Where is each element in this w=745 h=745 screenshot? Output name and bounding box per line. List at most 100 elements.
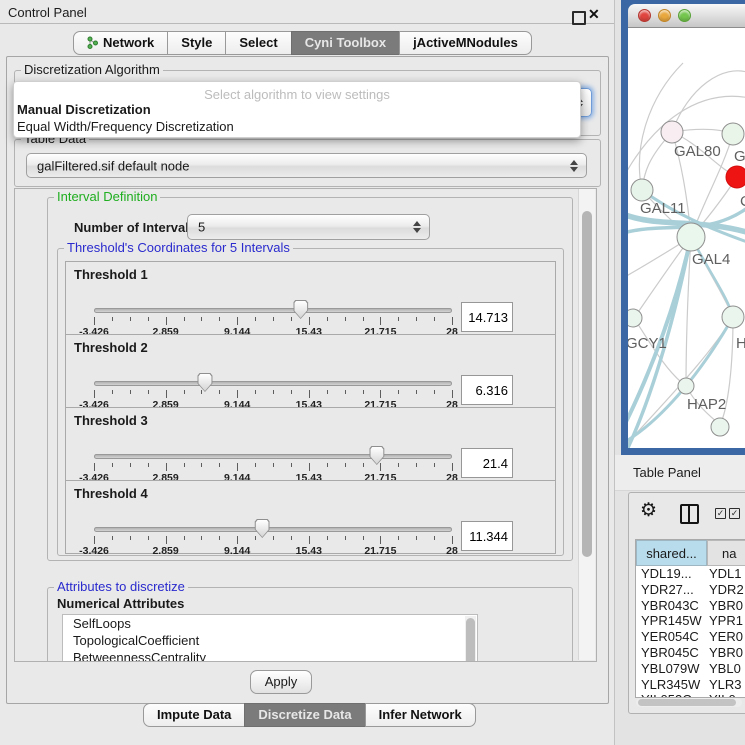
tab-impute-data[interactable]: Impute Data: [143, 703, 245, 727]
numerical-attributes-list[interactable]: SelfLoopsTopologicalCoefficientBetweenne…: [62, 614, 478, 662]
main-vertical-scrollbar[interactable]: [578, 189, 595, 660]
network-node[interactable]: [722, 306, 744, 328]
table-row[interactable]: YER054CYER0: [636, 629, 745, 645]
settings-scroll-region: Interval Definition Number of Intervals …: [14, 188, 597, 662]
threshold-value-field[interactable]: [461, 375, 513, 405]
cell-shared-name[interactable]: YPR145W: [641, 613, 705, 629]
close-traffic-light-icon[interactable]: [638, 9, 651, 22]
network-node-label: GAL80: [674, 143, 721, 160]
attributes-group: Attributes to discretize Numerical Attri…: [47, 587, 573, 662]
tab-network[interactable]: Network: [73, 31, 168, 55]
slider-track[interactable]: [94, 454, 452, 459]
network-canvas[interactable]: GAL80GGAL11CGAL4GCY1HHAP2: [628, 28, 745, 448]
network-node[interactable]: [628, 309, 642, 327]
cell-shared-name[interactable]: YBL079W: [641, 661, 705, 677]
column-layout-icon[interactable]: [680, 504, 699, 524]
network-node[interactable]: [631, 179, 653, 201]
gear-icon[interactable]: ⚙: [640, 499, 657, 522]
cell-name[interactable]: YBR0: [709, 645, 743, 661]
threshold-value-field[interactable]: [461, 448, 513, 478]
table-data-combobox[interactable]: galFiltered.sif default node: [26, 153, 587, 178]
threshold-label: Threshold 2: [74, 340, 148, 355]
network-node[interactable]: [726, 166, 745, 188]
table-row[interactable]: YDR27...YDR2: [636, 582, 745, 598]
top-tab-bar: Network Style Select Cyni Toolbox jActiv…: [73, 31, 532, 55]
slider-track[interactable]: [94, 381, 452, 386]
network-nodes[interactable]: GAL80GGAL11CGAL4GCY1HHAP2: [628, 121, 745, 436]
slider-track[interactable]: [94, 308, 452, 313]
cell-name[interactable]: YDL1: [709, 566, 742, 582]
table-horizontal-scrollbar[interactable]: [636, 698, 742, 707]
network-node[interactable]: [677, 223, 705, 251]
cell-shared-name[interactable]: YBR045C: [641, 645, 705, 661]
table-row[interactable]: YDL19...YDL1: [636, 566, 745, 582]
group-title: Interval Definition: [54, 190, 160, 204]
zoom-traffic-light-icon[interactable]: [678, 9, 691, 22]
combo-stepper-icon: [570, 160, 578, 172]
network-node[interactable]: [661, 121, 683, 143]
network-node[interactable]: [722, 123, 744, 145]
slider-track[interactable]: [94, 527, 452, 532]
cell-name[interactable]: YDR2: [709, 582, 744, 598]
cell-shared-name[interactable]: YLR345W: [641, 677, 705, 693]
cell-name[interactable]: YLR3: [709, 677, 742, 693]
cell-shared-name[interactable]: YDL19...: [641, 566, 705, 582]
threshold-label: Threshold 4: [74, 486, 148, 501]
scrollbar-thumb[interactable]: [582, 211, 592, 557]
table-row[interactable]: YBR043CYBR0: [636, 598, 745, 614]
attribute-list-item[interactable]: TopologicalCoefficient: [63, 632, 477, 649]
threshold-value-field[interactable]: [461, 521, 513, 551]
tab-jactivemnodules[interactable]: jActiveMNodules: [399, 31, 532, 55]
table-row[interactable]: YPR145WYPR1: [636, 613, 745, 629]
column-header-name[interactable]: na: [707, 540, 745, 566]
tab-cyni-toolbox[interactable]: Cyni Toolbox: [291, 31, 400, 55]
minimize-traffic-light-icon[interactable]: [658, 9, 671, 22]
checkbox-icon[interactable]: ✓: [715, 508, 726, 519]
combo-stepper-icon: [413, 221, 421, 233]
number-of-intervals-combobox[interactable]: 5: [187, 214, 430, 240]
network-node-label: H: [736, 335, 745, 352]
network-node-label: GAL11: [640, 200, 686, 217]
combo-value: galFiltered.sif default node: [37, 158, 189, 173]
cell-name[interactable]: YER0: [709, 629, 743, 645]
scrollbar-thumb[interactable]: [466, 618, 475, 662]
cell-name[interactable]: YBR0: [709, 598, 743, 614]
checkbox-icon[interactable]: ✓: [729, 508, 740, 519]
network-node[interactable]: [678, 378, 694, 394]
popup-option-equal-width-frequency[interactable]: Equal Width/Frequency Discretization: [16, 119, 234, 135]
tab-style[interactable]: Style: [167, 31, 226, 55]
list-scrollbar[interactable]: [465, 616, 476, 662]
attribute-list-item[interactable]: BetweennessCentrality: [63, 649, 477, 662]
table-row[interactable]: YBL079WYBL0: [636, 661, 745, 677]
threshold-value-field[interactable]: [461, 302, 513, 332]
apply-button[interactable]: Apply: [250, 670, 312, 694]
cell-shared-name[interactable]: YDR27...: [641, 582, 705, 598]
attribute-list-item[interactable]: SelfLoops: [63, 615, 477, 632]
cell-shared-name[interactable]: YER054C: [641, 629, 705, 645]
bottom-tab-bar: Impute Data Discretize Data Infer Networ…: [143, 703, 476, 727]
tab-label: Cyni Toolbox: [305, 35, 386, 50]
tab-discretize-data[interactable]: Discretize Data: [244, 703, 365, 727]
popup-option-manual-discretization[interactable]: Manual Discretization: [16, 102, 151, 118]
tab-label: Discretize Data: [258, 707, 351, 722]
close-icon[interactable]: ✕: [588, 6, 600, 23]
table-row[interactable]: YBR045CYBR0: [636, 645, 745, 661]
table-panel-titlebar: Table Panel: [615, 455, 745, 491]
table-row[interactable]: YLR345WYLR3: [636, 677, 745, 693]
threshold-slider[interactable]: -3.4262.8599.14415.4321.71528: [94, 527, 452, 561]
scrollbar-thumb[interactable]: [638, 699, 736, 706]
combo-value: 5: [198, 220, 205, 235]
column-header-shared-name[interactable]: shared...: [636, 540, 707, 566]
network-node-label: GCY1: [628, 335, 667, 352]
control-panel-titlebar: Control Panel ✕: [0, 0, 614, 24]
number-of-intervals-label: Number of Intervals: [74, 220, 196, 235]
tab-select[interactable]: Select: [225, 31, 291, 55]
tab-infer-network[interactable]: Infer Network: [365, 703, 476, 727]
network-node[interactable]: [711, 418, 729, 436]
cell-name[interactable]: YBL0: [709, 661, 741, 677]
cell-name[interactable]: YPR1: [709, 613, 743, 629]
float-window-icon[interactable]: [572, 11, 586, 25]
slider-ticks: [94, 390, 452, 399]
network-window-titlebar[interactable]: [628, 4, 745, 28]
cell-shared-name[interactable]: YBR043C: [641, 598, 705, 614]
